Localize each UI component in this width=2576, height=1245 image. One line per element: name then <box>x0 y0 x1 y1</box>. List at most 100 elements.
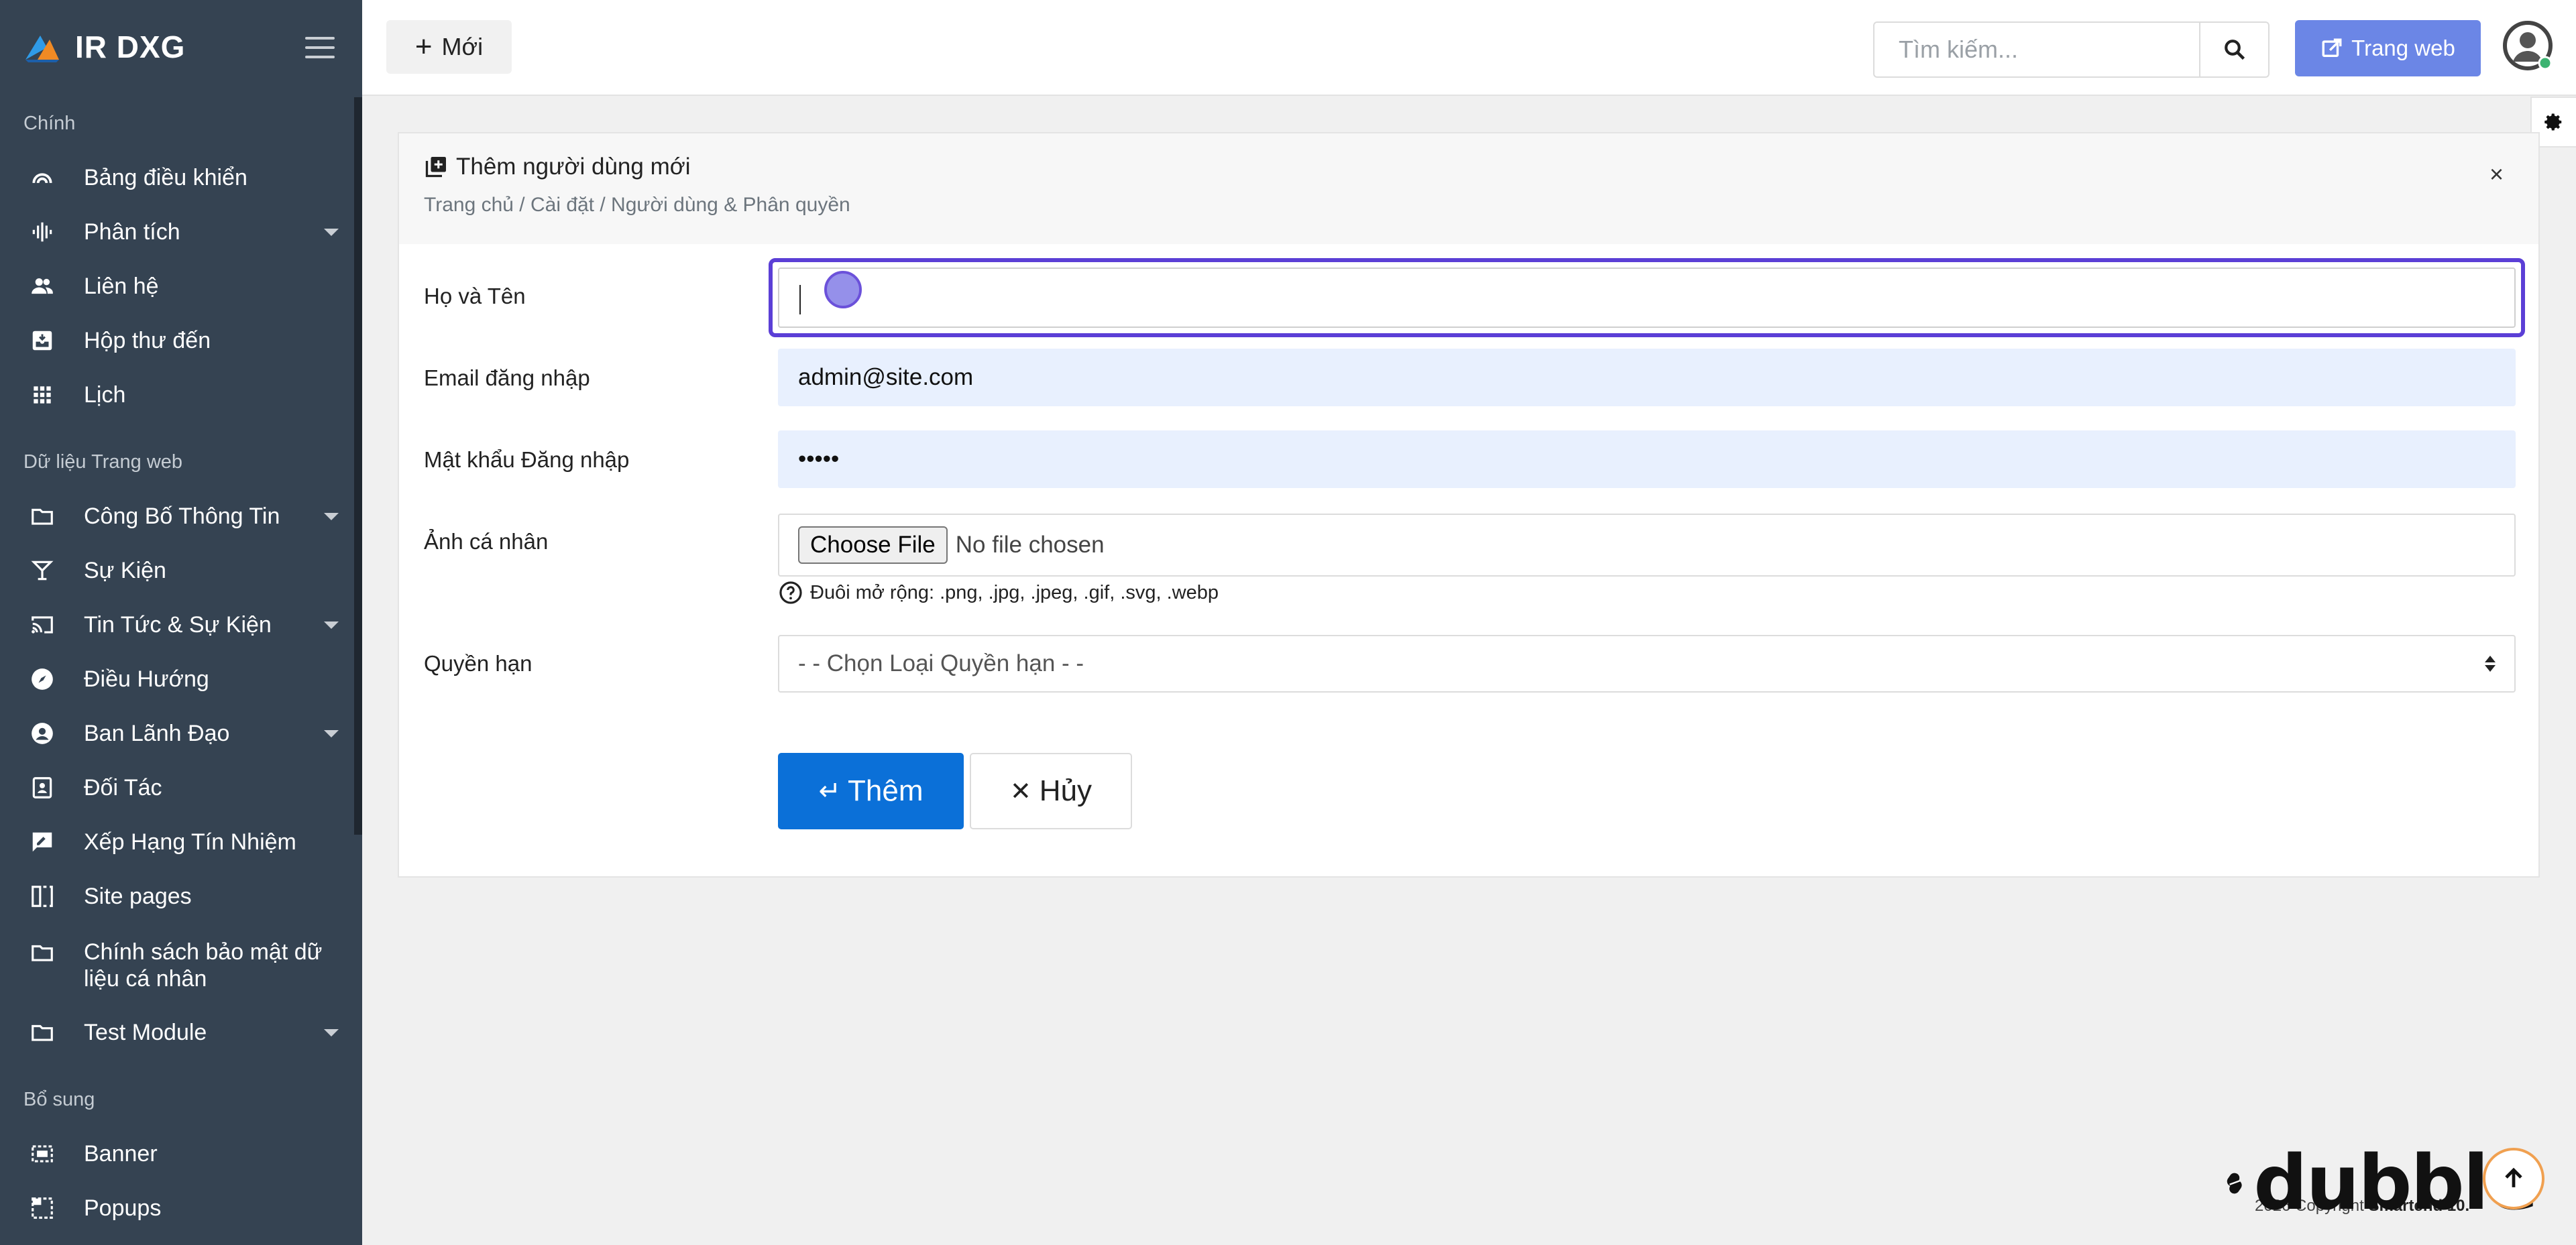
sidebar-item-test-module[interactable]: Test Module <box>0 1019 354 1046</box>
breadcrumb: Trang chủ / Cài đặt / Người dùng & Phân … <box>424 194 850 216</box>
chevron-down-icon <box>324 1028 339 1036</box>
avatar[interactable] <box>2502 20 2553 71</box>
sidebar-item-analytics[interactable]: Phân tích <box>0 219 354 245</box>
sidebar-section-extra: Bổ sung <box>23 1089 95 1110</box>
fullname-input-inner <box>778 268 2516 328</box>
fullname-field[interactable] <box>769 258 2525 337</box>
new-button[interactable]: + Mới <box>386 20 512 74</box>
submit-add-label: Thêm <box>848 774 923 807</box>
chevron-down-icon <box>324 512 339 520</box>
inbox-icon <box>30 328 55 353</box>
arrow-up-icon <box>2505 1167 2522 1187</box>
folder-icon <box>30 503 55 529</box>
select-arrows-icon <box>2485 656 2496 672</box>
contact-card-icon <box>30 775 55 801</box>
sidebar-item-contacts[interactable]: Liên hệ <box>0 273 354 300</box>
chevron-down-icon <box>324 228 339 236</box>
sidebar-item-inbox[interactable]: Hộp thư đến <box>0 327 354 354</box>
chevron-down-icon <box>324 729 339 737</box>
scroll-to-top-button[interactable] <box>2483 1148 2544 1209</box>
search-input[interactable]: Tìm kiếm... <box>1873 21 2200 78</box>
search-button[interactable] <box>2199 21 2270 78</box>
enter-arrow-icon: ↵ <box>818 776 842 806</box>
sidebar-item-disclosure[interactable]: Công Bố Thông Tin <box>0 503 354 530</box>
password-label: Mật khẩu Đăng nhập <box>424 447 630 472</box>
sidebar-item-events[interactable]: Sự Kiện <box>0 557 354 584</box>
avatar-file-field[interactable]: Choose File No file chosen <box>778 514 2516 577</box>
sidebar-item-dashboard[interactable]: Bảng điều khiển <box>0 164 354 191</box>
sidebar-scrollbar[interactable] <box>354 97 362 835</box>
password-field[interactable]: ••••• <box>778 430 2516 488</box>
email-field[interactable]: admin@site.com <box>778 349 2516 406</box>
sidebar-item-label: Test Module <box>84 1019 207 1045</box>
rate-review-icon <box>30 829 55 855</box>
sidebar-item-navigation[interactable]: Điều Hướng <box>0 666 354 693</box>
sidebar-item-label: Hộp thư đến <box>84 327 211 353</box>
folder-icon <box>30 1020 55 1045</box>
sidebar-item-partners[interactable]: Đối Tác <box>0 774 354 801</box>
sidebar-item-label: Site pages <box>84 883 192 909</box>
plus-icon: + <box>414 30 433 63</box>
compass-icon <box>30 666 55 692</box>
new-button-label: Mới <box>441 33 484 60</box>
brand-logo-icon <box>25 36 59 62</box>
brand-name: IR DXG <box>75 29 186 64</box>
sidebar-item-privacy-policy[interactable]: Chính sách bảo mật dữ liệu cá nhân <box>0 939 354 992</box>
dashboard-icon <box>30 165 55 190</box>
avatar-label: Ảnh cá nhân <box>424 529 549 554</box>
sidebar-section-website-data: Dữ liệu Trang web <box>23 451 183 473</box>
person-circle-icon <box>30 721 55 746</box>
sidebar-item-label: Tin Tức & Sự Kiện <box>84 611 272 638</box>
sidebar-item-label: Sự Kiện <box>84 557 166 583</box>
menu-toggle-icon[interactable] <box>305 37 335 58</box>
submit-add-button[interactable]: ↵ Thêm <box>778 753 964 829</box>
sidebar-item-label: Công Bố Thông Tin <box>84 503 280 529</box>
sidebar-section-main: Chính <box>23 113 76 134</box>
topbar: + Mới Tìm kiếm... Trang web <box>362 0 2576 96</box>
chevron-down-icon <box>324 621 339 629</box>
close-icon: ✕ <box>1009 777 1031 806</box>
cast-icon <box>30 612 55 638</box>
hint-text: Đuôi mở rộng: .png, .jpg, .jpeg, .gif, .… <box>810 581 1219 603</box>
email-label: Email đăng nhập <box>424 365 590 390</box>
sidebar-item-credit-rating[interactable]: Xếp Hạng Tín Nhiệm <box>0 829 354 855</box>
cocktail-icon <box>30 558 55 583</box>
role-select[interactable]: - - Chọn Loại Quyền hạn - - <box>778 635 2516 693</box>
close-icon[interactable]: × <box>2489 160 2504 188</box>
sidebar-item-label: Lịch <box>84 381 126 408</box>
calendar-grid-icon <box>30 382 55 408</box>
sidebar-item-leadership[interactable]: Ban Lãnh Đạo <box>0 720 354 747</box>
sidebar-item-news[interactable]: Tin Tức & Sự Kiện <box>0 611 354 638</box>
role-selected-value: - - Chọn Loại Quyền hạn - - <box>798 650 1084 676</box>
brand[interactable]: IR DXG <box>23 27 185 67</box>
sidebar-item-label: Chính sách bảo mật dữ liệu cá nhân <box>84 939 323 992</box>
sidebar-item-calendar[interactable]: Lịch <box>0 381 354 408</box>
add-user-panel: Thêm người dùng mới Trang chủ / Cài đặt … <box>398 132 2540 878</box>
analytics-icon <box>30 219 55 245</box>
search-icon <box>2224 40 2245 60</box>
sidebar-item-popups[interactable]: Popups <box>0 1195 354 1222</box>
sidebar-item-label: Xếp Hạng Tín Nhiệm <box>84 829 296 855</box>
sidebar-item-label: Phân tích <box>84 219 180 245</box>
banner-icon <box>30 1141 55 1167</box>
sidebar-item-label: Bảng điều khiển <box>84 164 247 190</box>
sidebar-item-label: Ban Lãnh Đạo <box>84 720 230 746</box>
contacts-icon <box>30 274 55 299</box>
no-file-text: No file chosen <box>955 532 1105 558</box>
sidebar-item-label: Điều Hướng <box>84 666 209 692</box>
add-box-icon <box>425 157 446 178</box>
fullname-label: Họ và Tên <box>424 284 526 308</box>
mouse-cursor-indicator <box>824 271 862 308</box>
website-button[interactable]: Trang web <box>2295 20 2481 76</box>
role-label: Quyền hạn <box>424 651 533 676</box>
text-caret <box>799 285 801 314</box>
sidebar-item-banner[interactable]: Banner <box>0 1140 354 1167</box>
panel-title-text: Thêm người dùng mới <box>456 154 691 180</box>
popup-icon <box>30 1195 55 1221</box>
sidebar-item-label: Popups <box>84 1195 162 1221</box>
help-circle-icon <box>779 581 802 604</box>
choose-file-button[interactable]: Choose File <box>798 526 948 564</box>
sidebar-item-site-pages[interactable]: Site pages <box>0 883 354 910</box>
cancel-button[interactable]: ✕ Hủy <box>970 753 1132 829</box>
pages-icon <box>30 884 55 909</box>
